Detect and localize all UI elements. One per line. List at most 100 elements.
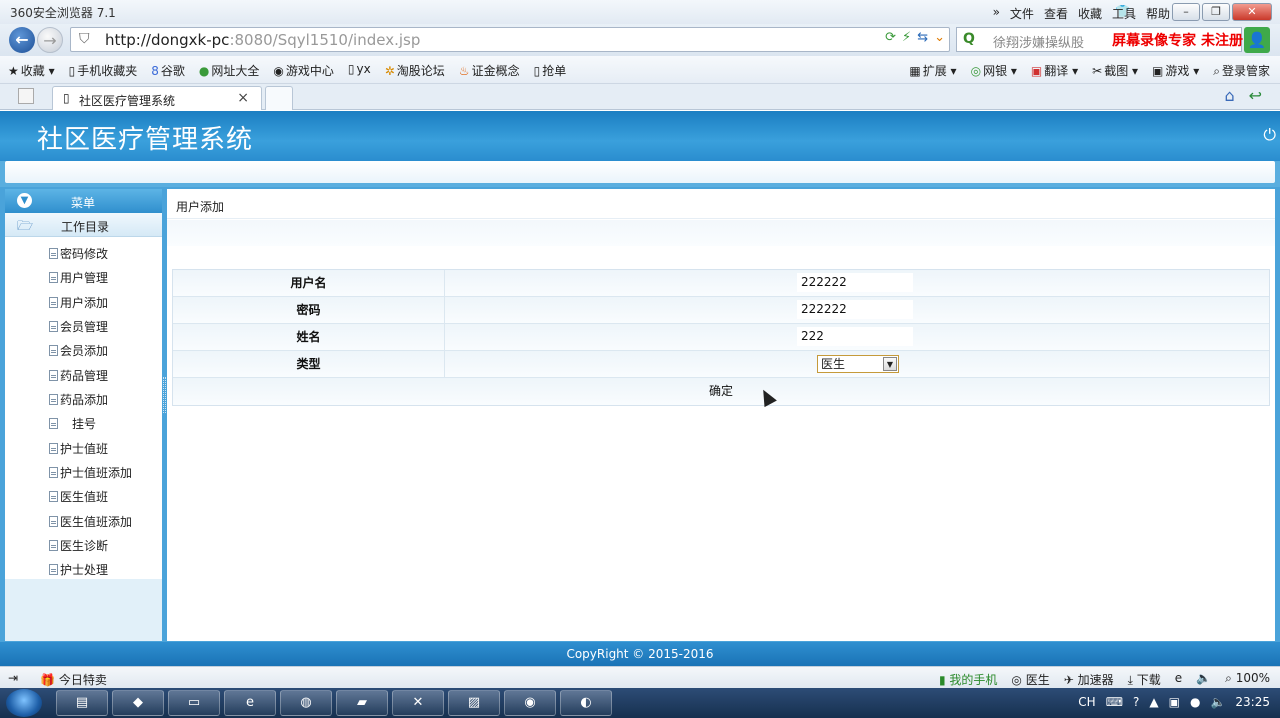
network-icon[interactable]: ▣: [1169, 695, 1180, 709]
name-input[interactable]: 222: [797, 327, 913, 346]
fav-yx[interactable]: ▯ yx: [348, 62, 371, 79]
sidebar-item-drug-add[interactable]: 药品添加: [49, 391, 108, 411]
tab-label: 社区医疗管理系统: [79, 94, 176, 108]
menu-help[interactable]: 帮助: [1146, 5, 1170, 22]
tool-screenshot[interactable]: ✂ 截图 ▾: [1092, 62, 1138, 79]
status-zoom[interactable]: ⌕ 100%: [1225, 671, 1270, 688]
maximize-button[interactable]: ❐: [1202, 3, 1230, 21]
taskbar-tools-icon[interactable]: ✕: [392, 690, 444, 716]
tray-clock[interactable]: 23:25: [1235, 695, 1270, 709]
home-icon[interactable]: ⌂: [1224, 86, 1234, 105]
status-ie-icon[interactable]: e: [1175, 671, 1182, 688]
taskbar-folder-icon[interactable]: ▭: [168, 690, 220, 716]
menu-view[interactable]: 查看: [1044, 5, 1068, 22]
system-tray: CH ⌨ ? ▲ ▣ ● 🔈 23:25: [1078, 695, 1270, 709]
tool-bank[interactable]: ◎ 网银 ▾: [971, 62, 1017, 79]
gift-icon: 🎁: [40, 673, 56, 687]
new-tab-button[interactable]: [265, 86, 293, 110]
status-doctor[interactable]: ◎ 医生: [1011, 671, 1049, 688]
password-input[interactable]: 222222: [797, 300, 913, 319]
url-actions: ⟳ ⚡ ⇆ ⌄: [885, 30, 945, 45]
sidebar-item-nurse-duty[interactable]: 护士值班: [49, 440, 108, 460]
menu-group[interactable]: 🗁 工作目录: [5, 213, 162, 237]
sidebar-item-nurse-handle[interactable]: 护士处理: [49, 561, 108, 581]
close-window-button[interactable]: ✕: [1232, 3, 1272, 21]
username-input[interactable]: 222222: [797, 273, 913, 292]
tool-translate[interactable]: ▣ 翻译 ▾: [1031, 62, 1078, 79]
taskbar-app-icon[interactable]: ◍: [280, 690, 332, 716]
tool-games[interactable]: ▣ 游戏 ▾: [1152, 62, 1199, 79]
fav-sites[interactable]: ● 网址大全: [199, 62, 260, 79]
start-button[interactable]: [6, 689, 42, 717]
sidebar-item-user-manage[interactable]: 用户管理: [49, 269, 108, 289]
minimize-button[interactable]: –: [1172, 3, 1200, 21]
type-label: 类型: [173, 351, 445, 377]
menu-file[interactable]: 文件: [1010, 5, 1034, 22]
user-account-icon[interactable]: 👤: [1244, 27, 1270, 53]
tool-login[interactable]: ⌕ 登录管家: [1213, 62, 1270, 79]
tray-lang[interactable]: CH: [1078, 695, 1095, 709]
fav-games[interactable]: ◉ 游戏中心: [273, 62, 334, 79]
taskbar-tool-icon[interactable]: ◆: [112, 690, 164, 716]
undo-close-icon[interactable]: ↩: [1249, 86, 1262, 105]
tray-volume-icon[interactable]: 🔈: [1210, 695, 1225, 709]
dropdown-icon[interactable]: ⌄: [934, 30, 945, 45]
lightning-icon[interactable]: ⚡: [902, 30, 911, 45]
sidebar-item-member-manage[interactable]: 会员管理: [49, 318, 108, 338]
sidebar-item-diagnosis[interactable]: 医生诊断: [49, 537, 108, 557]
sidebar-item-user-add[interactable]: 用户添加: [49, 294, 108, 314]
chevron-down-icon[interactable]: ▼: [883, 357, 897, 371]
compat-icon[interactable]: ⇆: [917, 30, 928, 45]
taskbar-explorer-icon[interactable]: ▤: [56, 690, 108, 716]
fav-concept[interactable]: ♨ 证金概念: [459, 62, 520, 79]
taskbar-eclipse-icon[interactable]: ◐: [560, 690, 612, 716]
menu-header-label: 菜单: [71, 196, 96, 210]
sidebar-item-member-add[interactable]: 会员添加: [49, 342, 108, 362]
status-my-phone[interactable]: ▮ 我的手机: [939, 671, 997, 688]
sidebar-toggle-icon[interactable]: [18, 88, 34, 104]
fav-grab[interactable]: ▯ 抢单: [534, 62, 567, 79]
power-icon[interactable]: ⏻: [1263, 125, 1276, 145]
taskbar-book-icon[interactable]: ▰: [336, 690, 388, 716]
tool-extend[interactable]: ▦ 扩展 ▾: [909, 62, 956, 79]
sidebar-item-doctor-duty[interactable]: 医生值班: [49, 488, 108, 508]
taskbar-image-icon[interactable]: ▨: [448, 690, 500, 716]
back-button[interactable]: ←: [9, 27, 35, 53]
sidebar: ▼ 菜单 🗁 工作目录 密码修改 用户管理 用户添加 会员管理 会员添加 药品管…: [5, 189, 162, 641]
sidebar-item-nurse-duty-add[interactable]: 护士值班添加: [49, 464, 132, 484]
tab-close-icon[interactable]: ×: [237, 90, 249, 106]
status-daily-sale[interactable]: 🎁 今日特卖: [40, 671, 107, 688]
sidebar-item-password[interactable]: 密码修改: [49, 245, 108, 265]
forward-button[interactable]: →: [37, 27, 63, 53]
status-download[interactable]: ⤓ 下载: [1128, 671, 1161, 688]
sidebar-item-doctor-duty-add[interactable]: 医生值班添加: [49, 513, 132, 533]
status-exit-icon[interactable]: ⇥: [8, 671, 18, 688]
sidebar-item-register[interactable]: 挂号: [49, 415, 96, 435]
page-icon: [49, 321, 58, 332]
taskbar-ie-icon[interactable]: e: [224, 690, 276, 716]
keyboard-icon[interactable]: ⌨: [1106, 695, 1123, 709]
search-field[interactable]: Q 徐翔涉嫌操纵股 屏幕录像专家 未注册: [956, 27, 1243, 52]
menu-header[interactable]: ▼ 菜单: [5, 189, 162, 213]
type-select[interactable]: 医生 ▼: [817, 355, 899, 373]
help-icon[interactable]: ?: [1133, 695, 1139, 709]
grid-icon: ▦: [909, 64, 921, 78]
status-accelerator[interactable]: ✈ 加速器: [1064, 671, 1114, 688]
translate-icon: ▣: [1030, 64, 1043, 78]
menu-favorites[interactable]: 收藏: [1078, 5, 1102, 22]
qq-icon[interactable]: ●: [1190, 695, 1200, 709]
status-volume-icon[interactable]: 🔈: [1196, 671, 1211, 688]
sidebar-item-drug-manage[interactable]: 药品管理: [49, 367, 108, 387]
tab-active[interactable]: ▯ 社区医疗管理系统 ×: [52, 86, 262, 110]
fav-google[interactable]: 8 谷歌: [151, 62, 185, 79]
tray-expand-icon[interactable]: ▲: [1149, 695, 1158, 709]
menu-more-icon[interactable]: »: [993, 5, 1000, 22]
fav-collect[interactable]: ★ 收藏 ▾: [8, 62, 55, 79]
fav-forum[interactable]: ✲ 淘股论坛: [385, 62, 445, 79]
url-field[interactable]: ⛉ http://dongxk-pc:8080/Sqyl1510/index.j…: [70, 27, 950, 52]
taskbar-browser-icon[interactable]: ◉: [504, 690, 556, 716]
menu-tools[interactable]: 工具: [1112, 5, 1136, 22]
fav-mobile[interactable]: ▯ 手机收藏夹: [69, 62, 138, 79]
submit-button[interactable]: 确定: [703, 382, 739, 400]
refresh-icon[interactable]: ⟳: [885, 30, 896, 45]
